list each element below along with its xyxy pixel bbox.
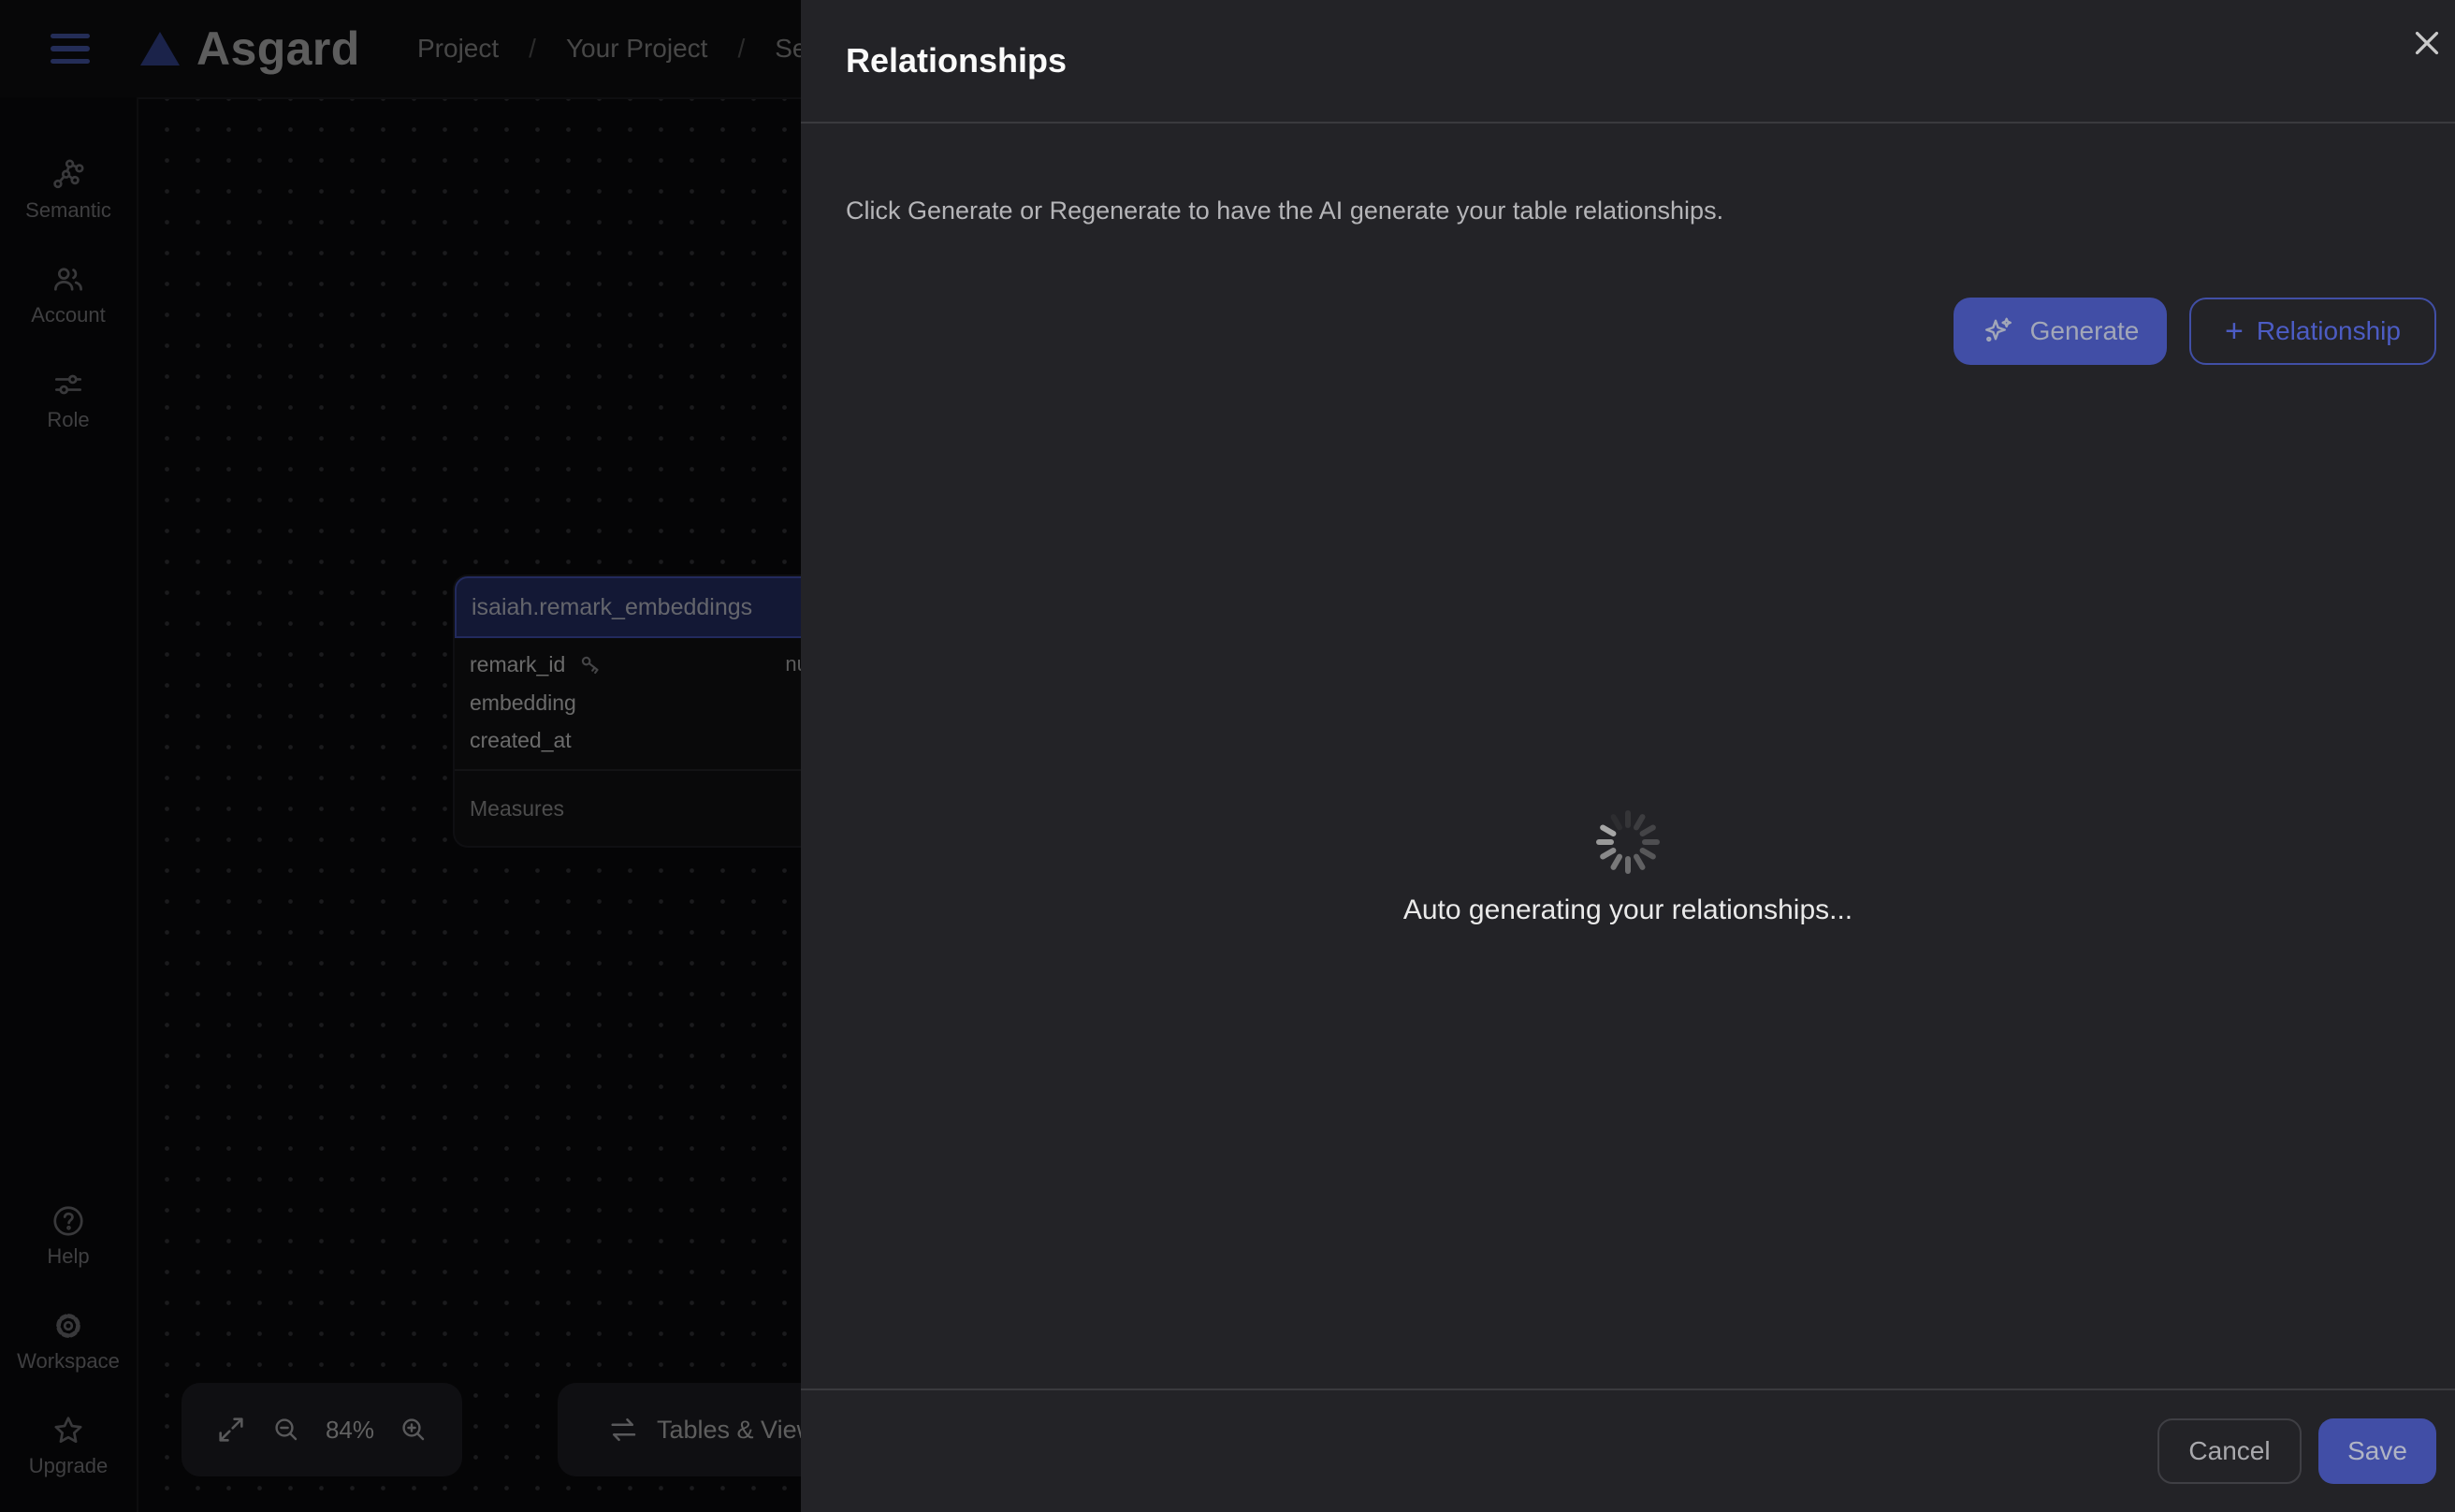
modal-body: Click Generate or Regenerate to have the…: [801, 124, 2455, 1388]
loading-text: Auto generating your relationships...: [1403, 894, 1852, 926]
sparkle-icon: [1982, 314, 2015, 348]
close-icon[interactable]: [2404, 21, 2449, 65]
app-root: Asgard Project / Your Project / Semantic…: [0, 0, 2455, 1512]
loading-spinner-icon: [1596, 810, 1660, 874]
modal-title: Relationships: [846, 41, 1067, 80]
plus-icon: +: [2225, 315, 2244, 347]
generate-label: Generate: [2030, 316, 2140, 346]
add-relationship-button[interactable]: + Relationship: [2189, 298, 2436, 365]
modal-header: Relationships: [801, 0, 2455, 124]
cancel-button[interactable]: Cancel: [2157, 1418, 2302, 1484]
relationship-label: Relationship: [2257, 316, 2401, 346]
save-button[interactable]: Save: [2318, 1418, 2436, 1484]
relationships-modal: Relationships Click Generate or Regenera…: [801, 0, 2455, 1512]
actions-row: Generate + Relationship: [1954, 298, 2436, 365]
loading-state: Auto generating your relationships...: [801, 810, 2455, 926]
generate-button[interactable]: Generate: [1954, 298, 2167, 365]
modal-footer: Cancel Save: [801, 1388, 2455, 1512]
instruction-text: Click Generate or Regenerate to have the…: [846, 196, 1723, 225]
